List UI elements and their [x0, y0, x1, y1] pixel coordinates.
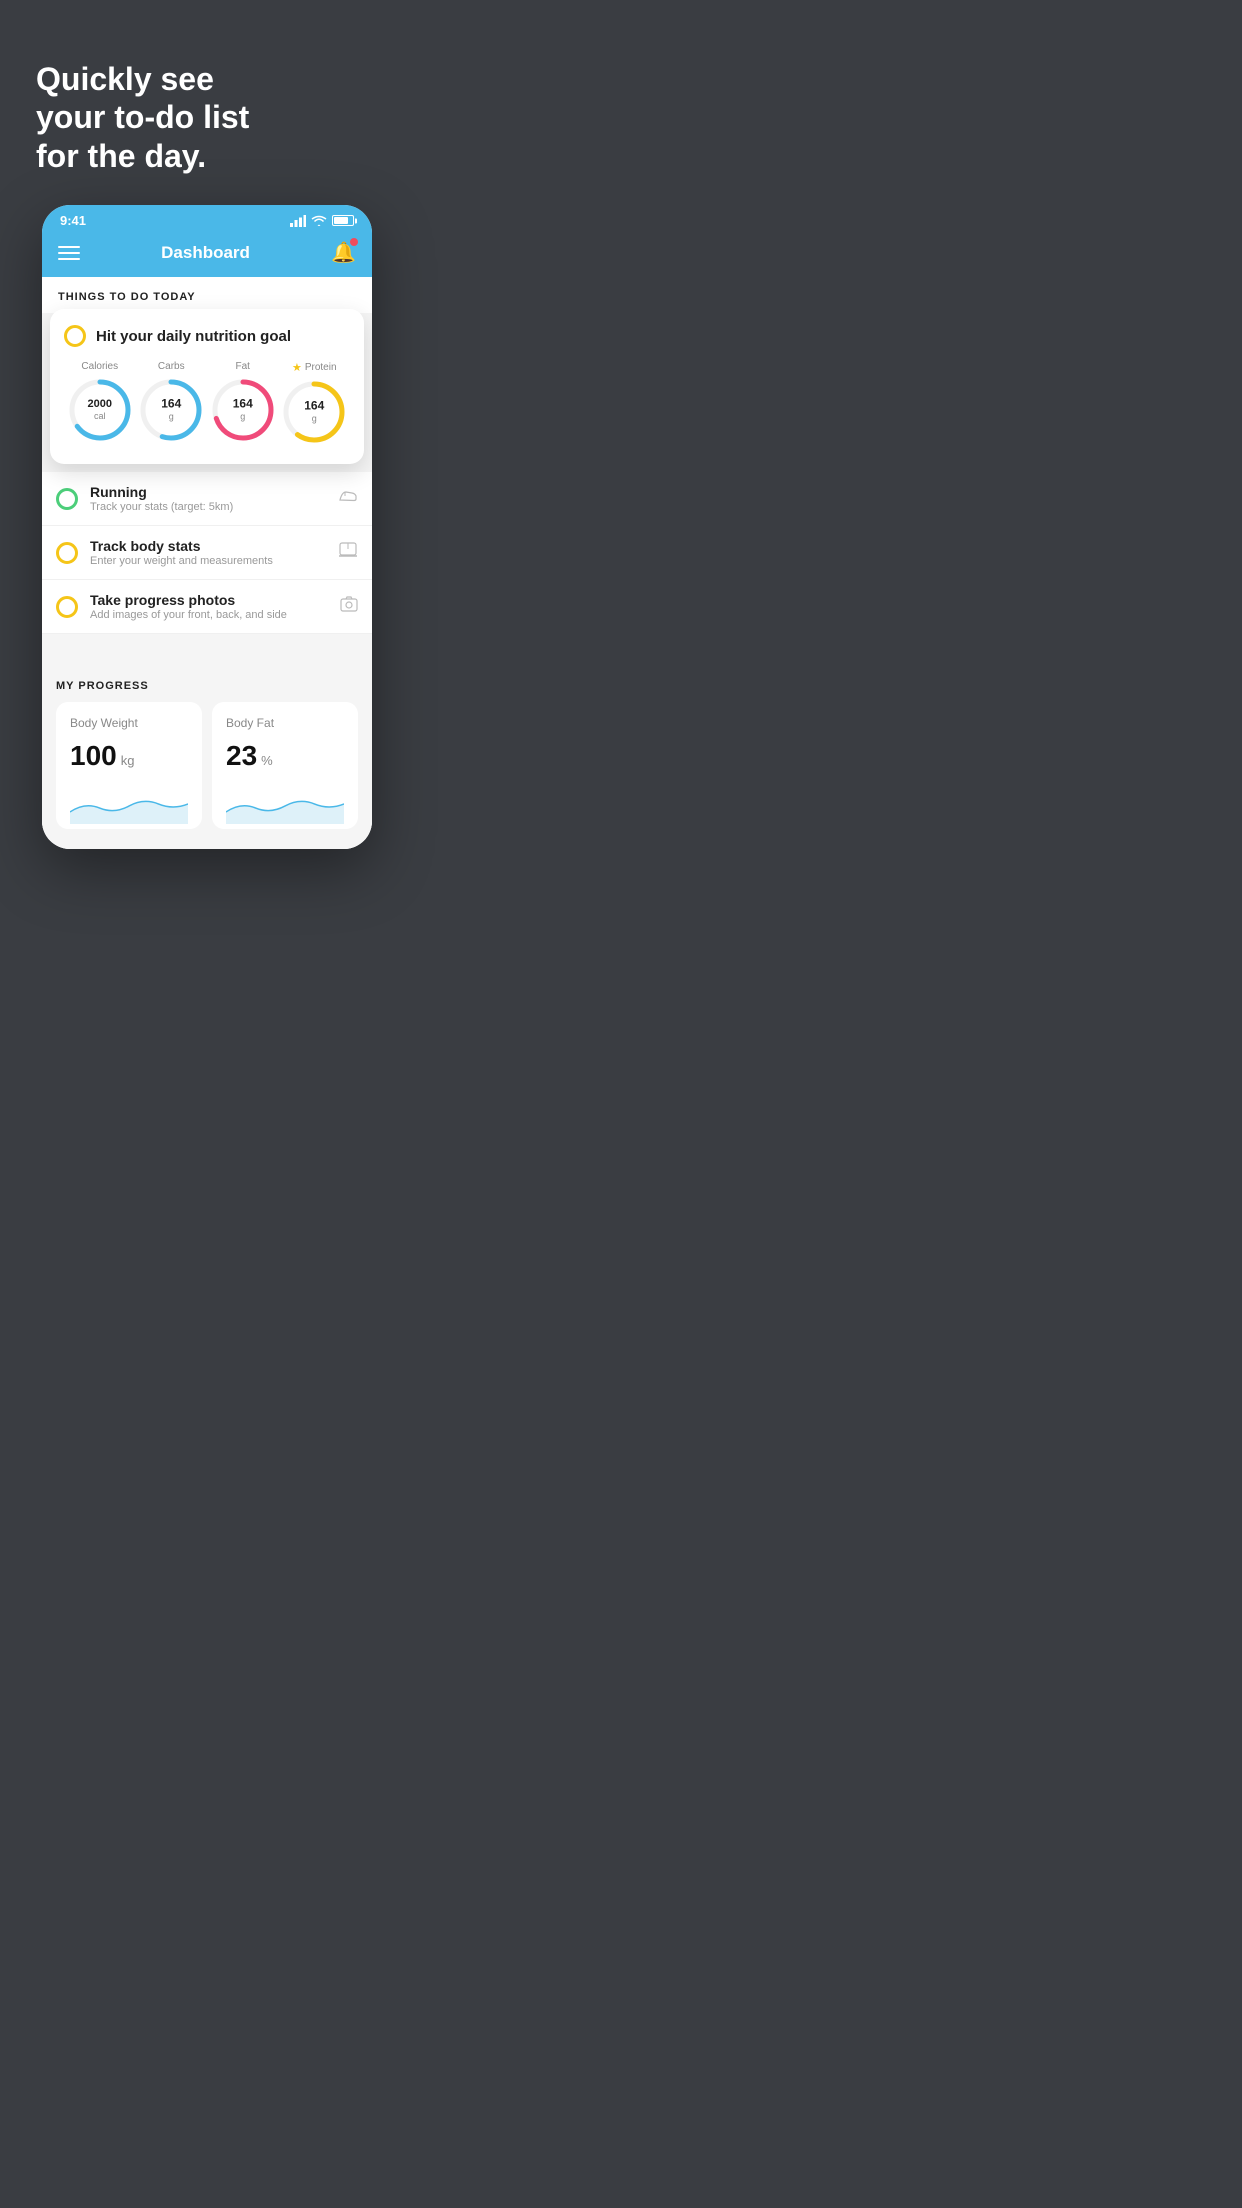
todo-subtitle: Add images of your front, back, and side [90, 609, 328, 621]
donut-chart: 164 g [280, 378, 348, 446]
todo-icon-photo [340, 596, 358, 617]
phone-frame: 9:41 Dashboard [42, 205, 372, 849]
nav-title: Dashboard [161, 243, 250, 263]
wifi-icon [311, 215, 327, 227]
progress-value: 23 % [226, 740, 344, 772]
notification-bell[interactable]: 🔔 [331, 240, 356, 265]
nutrition-label-text: Fat [236, 361, 250, 372]
donut-value: 2000 cal [88, 398, 112, 422]
headline-line2: your to-do list [36, 99, 249, 135]
donut-chart: 2000 cal [66, 376, 134, 444]
todo-title: Take progress photos [90, 592, 328, 608]
todo-circle-progress-photos[interactable] [56, 596, 78, 618]
todo-item-running[interactable]: Running Track your stats (target: 5km) [42, 472, 372, 526]
donut-chart: 164 g [209, 376, 277, 444]
nutrition-label-text: Protein [305, 362, 337, 373]
notification-dot [350, 238, 358, 246]
progress-card-body-weight[interactable]: Body Weight 100 kg [56, 702, 202, 829]
nutrition-title: Hit your daily nutrition goal [96, 328, 291, 345]
nutrition-label-text: Calories [81, 361, 118, 372]
progress-section-title: MY PROGRESS [56, 680, 358, 692]
mini-chart [70, 784, 188, 824]
todo-subtitle: Track your stats (target: 5km) [90, 501, 326, 513]
nav-bar: Dashboard 🔔 [42, 232, 372, 277]
status-icons [290, 215, 354, 227]
todo-circle-running[interactable] [56, 488, 78, 510]
app-headline: Quickly see your to-do list for the day. [0, 0, 414, 205]
progress-card-title: Body Fat [226, 716, 344, 730]
todo-item-progress-photos[interactable]: Take progress photos Add images of your … [42, 580, 372, 634]
todo-title: Running [90, 484, 326, 500]
nutrition-item-fat: Fat 164 g [209, 361, 277, 444]
headline-line3: for the day. [36, 138, 206, 174]
progress-card-title: Body Weight [70, 716, 188, 730]
todo-subtitle: Enter your weight and measurements [90, 555, 326, 567]
nutrition-card: Hit your daily nutrition goal Calories 2… [50, 309, 364, 464]
status-bar: 9:41 [42, 205, 372, 232]
mini-chart [226, 784, 344, 824]
nutrition-item-calories: Calories 2000 cal [66, 361, 134, 444]
dashboard-content: THINGS TO DO TODAY Hit your daily nutrit… [42, 277, 372, 849]
hamburger-menu[interactable] [58, 246, 80, 260]
nutrition-card-title: Hit your daily nutrition goal [64, 325, 350, 347]
todo-icon-shoe [338, 488, 358, 509]
todo-item-track-body[interactable]: Track body stats Enter your weight and m… [42, 526, 372, 580]
progress-unit: kg [121, 753, 135, 768]
progress-unit: % [261, 753, 273, 768]
todo-circle-track-body[interactable] [56, 542, 78, 564]
nutrition-label-text: Carbs [158, 361, 185, 372]
donut-chart: 164 g [137, 376, 205, 444]
progress-number: 23 [226, 740, 257, 772]
nutrition-circles: Calories 2000 cal Carbs 164 g Fat 164 g … [64, 361, 350, 446]
donut-value: 164 g [304, 400, 324, 425]
signal-icon [290, 215, 306, 227]
progress-cards: Body Weight 100 kg Body Fat 23 % [56, 702, 358, 829]
progress-section: MY PROGRESS Body Weight 100 kg Body Fat … [42, 664, 372, 829]
progress-number: 100 [70, 740, 117, 772]
nutrition-radio[interactable] [64, 325, 86, 347]
things-to-do-header: THINGS TO DO TODAY [42, 277, 372, 313]
donut-value: 164 g [161, 398, 181, 423]
progress-value: 100 kg [70, 740, 188, 772]
donut-value: 164 g [233, 398, 253, 423]
star-icon: ★ [292, 361, 302, 374]
nutrition-item-carbs: Carbs 164 g [137, 361, 205, 444]
battery-icon [332, 215, 354, 226]
todo-title: Track body stats [90, 538, 326, 554]
todo-icon-scale [338, 541, 358, 564]
nutrition-item-protein: ★Protein 164 g [280, 361, 348, 446]
headline-line1: Quickly see [36, 61, 214, 97]
status-time: 9:41 [60, 213, 86, 228]
progress-card-body-fat[interactable]: Body Fat 23 % [212, 702, 358, 829]
todo-list: Running Track your stats (target: 5km) T… [42, 472, 372, 634]
